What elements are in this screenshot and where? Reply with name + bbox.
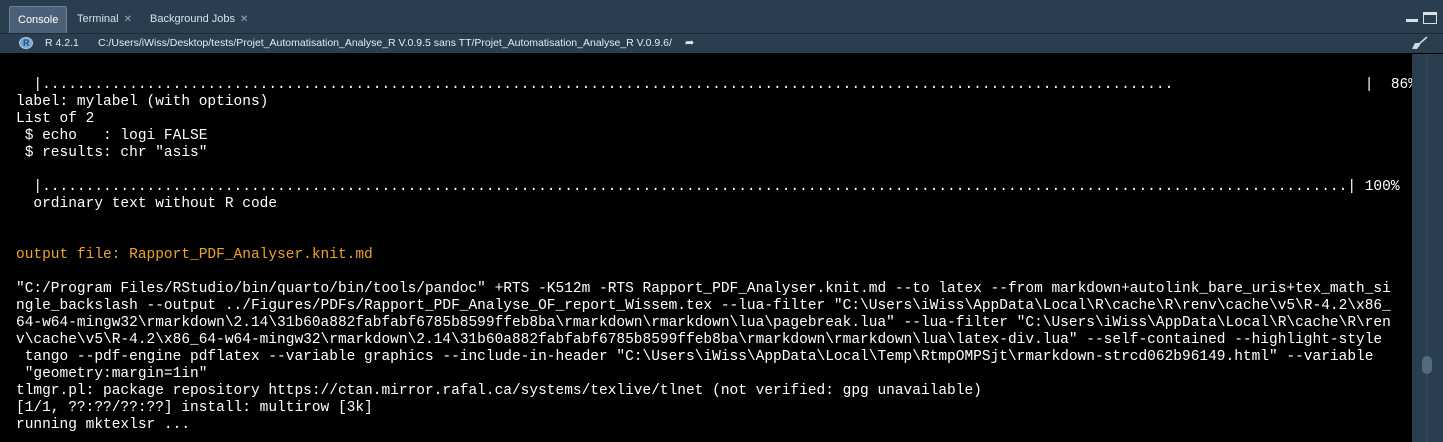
tab-console[interactable]: Console <box>9 6 67 33</box>
console-line: ordinary text without R code <box>16 196 278 212</box>
tab-background-jobs[interactable]: Background Jobs ✕ <box>142 6 260 33</box>
maximize-icon[interactable] <box>1423 12 1437 24</box>
install-line: [1/1, ??:??/??:??] install: multirow [3k… <box>16 400 373 416</box>
minimize-icon[interactable] <box>1405 12 1419 24</box>
arrow-right-icon[interactable]: ➦ <box>685 34 694 53</box>
console-line: List of 2 <box>16 111 95 127</box>
console-line: $ results: chr "asis" <box>16 145 208 161</box>
pandoc-command-line: "C:/Program Files/RStudio/bin/quarto/bin… <box>16 281 1391 297</box>
tab-background-jobs-label: Background Jobs <box>150 13 235 25</box>
console-output[interactable]: ordinary text without R code |..........… <box>0 44 1412 442</box>
console-line: $ echo : logi FALSE <box>16 128 208 144</box>
output-file-line: output file: Rapport_PDF_Analyser.knit.m… <box>16 247 373 263</box>
mktexlsr-line: running mktexlsr ... <box>16 417 191 433</box>
scrollbar-thumb[interactable] <box>1422 356 1432 374</box>
pandoc-command-line: 64-w64-mingw32\rmarkdown\2.14\31b60a882f… <box>16 315 1391 331</box>
broom-icon[interactable] <box>1411 36 1429 50</box>
pane-tab-bar: Console Terminal ✕ Background Jobs ✕ <box>0 0 1443 34</box>
close-icon[interactable]: ✕ <box>124 6 132 33</box>
tab-terminal-label: Terminal <box>77 13 119 25</box>
tab-terminal[interactable]: Terminal ✕ <box>69 6 139 33</box>
console-line: label: mylabel (with options) <box>16 94 269 110</box>
progress-line-100: |.......................................… <box>16 179 1400 195</box>
close-icon[interactable]: ✕ <box>240 6 248 33</box>
pandoc-command-line: "geometry:margin=1in" <box>16 366 208 382</box>
console-scrollbar[interactable] <box>1412 54 1443 442</box>
r-version-label: R 4.2.1 <box>45 37 79 49</box>
working-directory-path: C:/Users/iWiss/Desktop/tests/Projet_Auto… <box>98 37 672 49</box>
progress-line-86: |.......................................… <box>16 77 1412 93</box>
pandoc-command-line: ngle_backslash --output ../Figures/PDFs/… <box>16 298 1391 314</box>
pandoc-command-line: tango --pdf-engine pdflatex --variable g… <box>16 349 1374 365</box>
pandoc-command-line: v\cache\v5\R-4.2\x86_64-w64-mingw32\rmar… <box>16 332 1383 348</box>
tlmgr-line: tlmgr.pl: package repository https://cta… <box>16 383 982 399</box>
scrollbar-track <box>1426 54 1428 442</box>
rstudio-console-pane: ordinary text without R code |..........… <box>0 0 1443 442</box>
r-logo-icon <box>19 34 33 53</box>
tab-console-label: Console <box>18 14 59 26</box>
console-path-bar: R 4.2.1 C:/Users/iWiss/Desktop/tests/Pro… <box>0 34 1443 53</box>
